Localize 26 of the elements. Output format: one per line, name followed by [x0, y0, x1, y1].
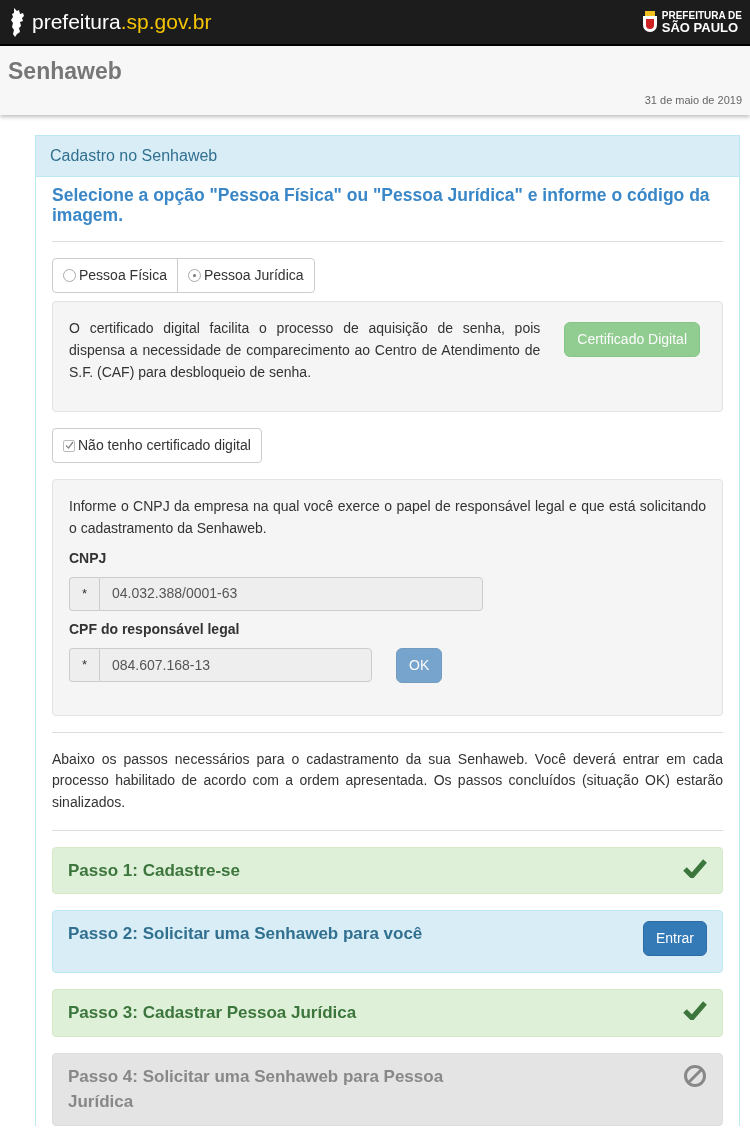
- required-marker: *: [69, 576, 99, 611]
- checkmark-icon: [683, 1000, 707, 1021]
- panel-heading: Cadastro no Senhaweb: [36, 136, 739, 177]
- radio-option[interactable]: Pessoa Jurídica: [176, 259, 314, 293]
- field-label: CPF do responsável legal: [69, 619, 241, 639]
- prohibited-icon: [683, 1063, 707, 1088]
- site-logo-link[interactable]: prefeitura.sp.gov.br: [32, 6, 212, 38]
- certificate-text: O certificado digital facilita o processo de aquisição de senha, pois dispensa a necessidade de comparecimento ao Centro de Atendimento de S.F. (CAF) para desbloqueio de senha.: [69, 319, 541, 382]
- required-marker: *: [69, 648, 99, 683]
- checkmark-icon: [683, 857, 707, 878]
- date-text: 31 de maio de 2019: [644, 93, 742, 106]
- enter-button[interactable]: Entrar: [642, 921, 707, 957]
- step-title: Passo 3: Cadastrar Pessoa Jurídica: [68, 1002, 357, 1025]
- checkbox-option[interactable]: Não tenho certificado digital: [52, 428, 262, 464]
- instruction-text: Selecione a opção "Pessoa Física" ou "Pessoa Jurídica" e informe o código da imagem.: [52, 184, 711, 228]
- form-intro-text: Informe o CNPJ da empresa na qual você exerce o papel de responsável legal e que está solicitando o cadastramento da Senhaweb.: [69, 497, 706, 538]
- step-title: Passo 2: Solicitar uma Senhaweb para você: [68, 923, 423, 946]
- step-title: Passo 1: Cadastre-se: [68, 859, 240, 882]
- brand-name: PREFEITURA DE SÃO PAULO: [661, 10, 742, 34]
- step-title: Passo 4: Solicitar uma Senhaweb para Pessoa Jurídica: [68, 1065, 445, 1114]
- radio-option[interactable]: Pessoa Física: [53, 259, 177, 293]
- checkmark-icon: [64, 441, 74, 451]
- steps-intro-text: Abaixo os passos necessários para o cadastramento da sua Senhaweb. Você deverá entrar em cada processo habilitado de acordo com a ordem apresentada. Os passos concluídos (situação OK) estarão sinalizados.: [52, 749, 723, 813]
- coat-of-arms-icon: [641, 11, 658, 33]
- field-label: CNPJ: [69, 548, 108, 568]
- page-title: Senhaweb: [8, 57, 123, 86]
